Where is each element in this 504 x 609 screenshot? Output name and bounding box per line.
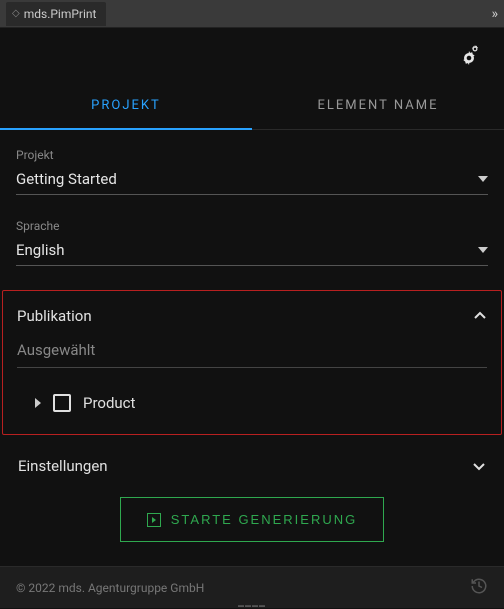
resize-handle[interactable]: ▬▬▬▬ <box>232 602 272 608</box>
settings-header[interactable]: Einstellungen <box>16 445 488 487</box>
settings-gears-icon[interactable] <box>458 43 482 67</box>
project-label: Projekt <box>16 148 488 162</box>
tree-expand-icon[interactable] <box>35 398 41 408</box>
expand-icon[interactable]: » <box>491 6 498 22</box>
chevron-down-icon <box>478 247 488 253</box>
settings-title: Einstellungen <box>18 457 108 475</box>
start-generation-button[interactable]: STARTE GENERIERUNG <box>120 497 384 542</box>
footer-copyright: © 2022 mds. Agenturgruppe GmbH <box>16 581 204 595</box>
tab-element-name[interactable]: ELEMENT NAME <box>252 82 504 129</box>
history-icon[interactable] <box>470 577 488 599</box>
chevron-up-icon <box>473 309 487 323</box>
tab-bar: PROJEKT ELEMENT NAME <box>0 82 504 130</box>
project-select[interactable]: Getting Started <box>16 166 488 195</box>
publication-header[interactable]: Publikation <box>17 305 487 327</box>
product-checkbox[interactable] <box>53 394 71 412</box>
titlebar: ◇ mds.PimPrint » <box>0 0 504 28</box>
language-select[interactable]: English <box>16 237 488 266</box>
language-value: English <box>16 241 65 259</box>
content: Projekt Getting Started Sprache English … <box>0 130 504 560</box>
tree-item-product[interactable]: Product <box>17 390 487 420</box>
language-label: Sprache <box>16 219 488 233</box>
publication-section: Publikation Ausgewählt Product <box>2 290 502 435</box>
product-label: Product <box>83 394 135 412</box>
toolbar <box>0 28 504 82</box>
tab-projekt[interactable]: PROJEKT <box>0 82 252 129</box>
grip-icon: ◇ <box>12 8 18 19</box>
tab-projekt-label: PROJEKT <box>91 98 161 113</box>
panel-tab[interactable]: ◇ mds.PimPrint <box>6 2 106 26</box>
selected-label: Ausgewählt <box>17 341 487 368</box>
play-icon <box>147 513 161 527</box>
project-field: Projekt Getting Started <box>16 148 488 195</box>
tab-element-label: ELEMENT NAME <box>318 98 439 113</box>
language-field: Sprache English <box>16 219 488 266</box>
chevron-down-icon <box>472 459 486 473</box>
generate-label: STARTE GENERIERUNG <box>171 512 357 527</box>
publication-title: Publikation <box>17 307 92 325</box>
chevron-down-icon <box>478 176 488 182</box>
generate-wrap: STARTE GENERIERUNG <box>16 487 488 560</box>
project-value: Getting Started <box>16 170 117 188</box>
panel-title: mds.PimPrint <box>24 7 97 21</box>
